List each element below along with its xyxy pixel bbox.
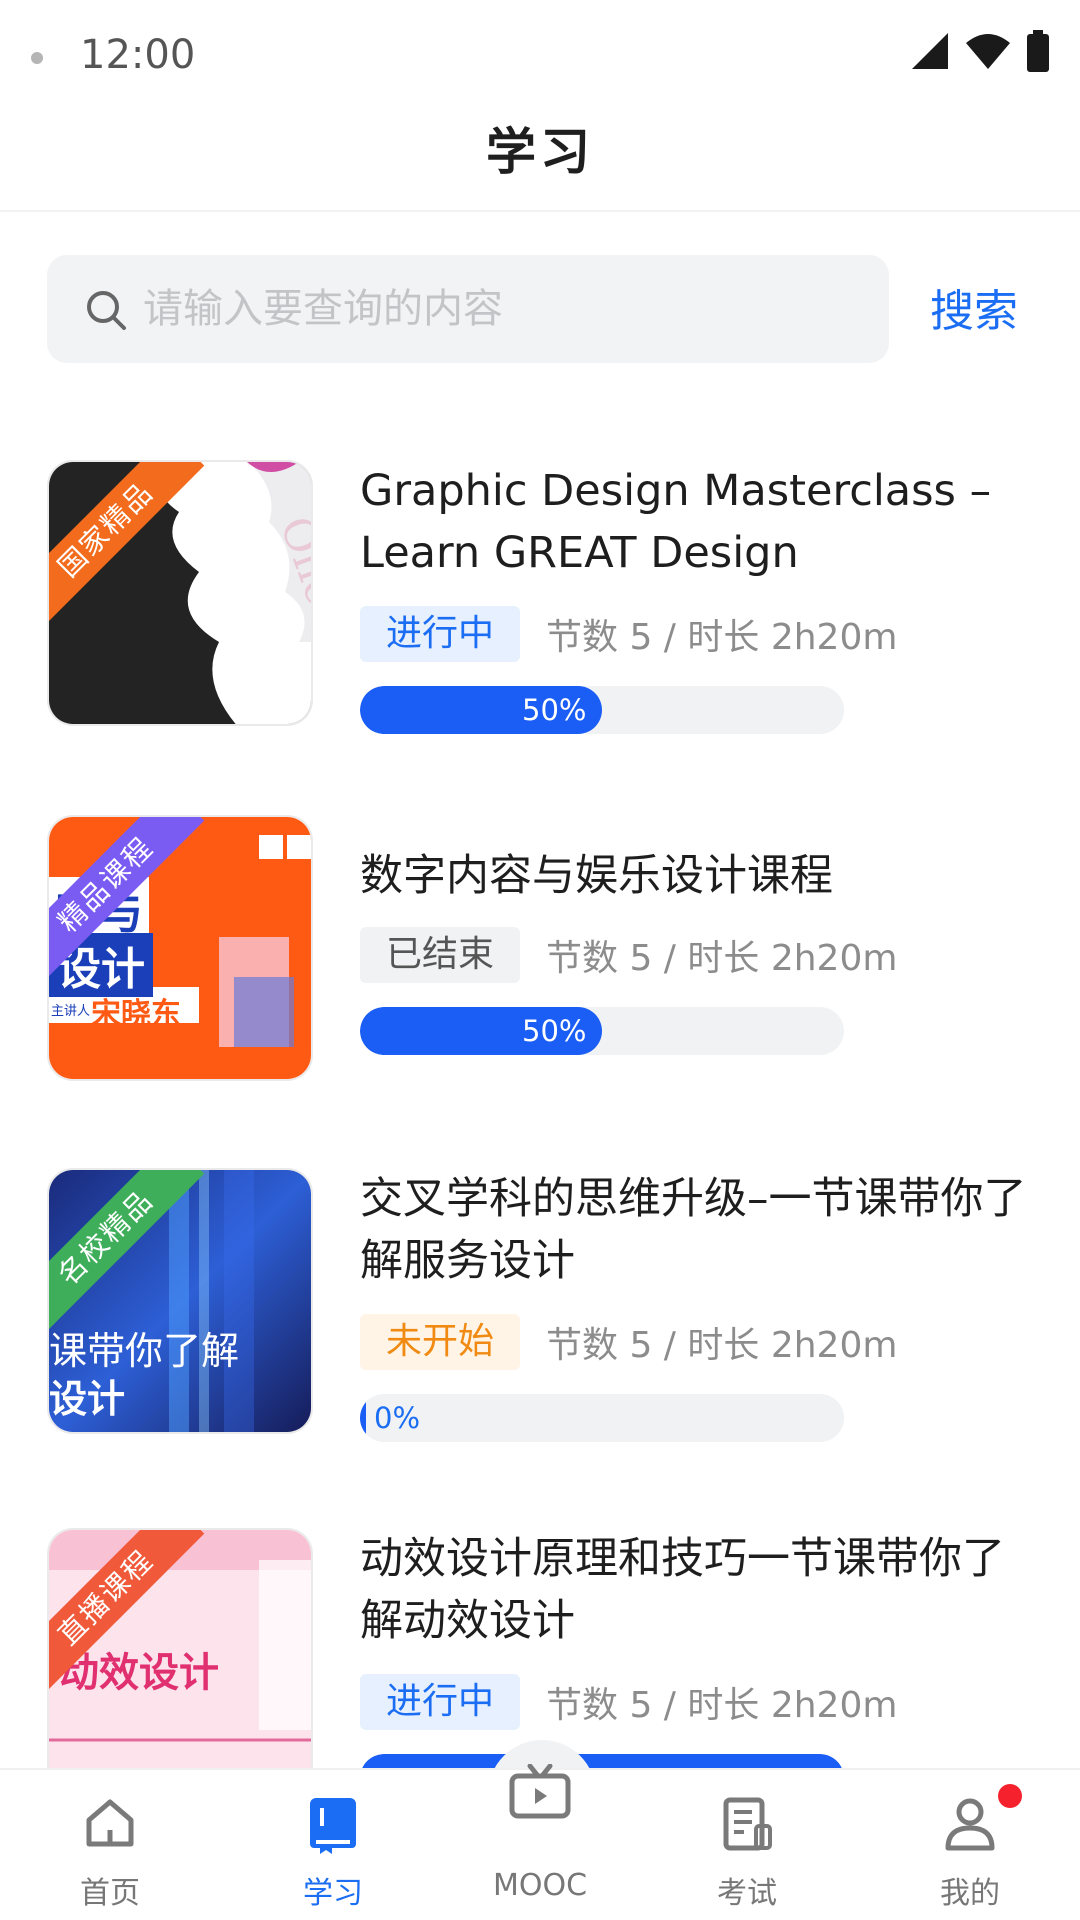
progress-bar: 50% <box>360 1007 844 1055</box>
thumb-presenter-prefix: 主讲人 <box>51 1004 91 1019</box>
course-title[interactable]: 交叉学科的思维升级–一节课带你了解服务设计 <box>360 1168 1040 1292</box>
nav-label: MOOC <box>492 1868 588 1903</box>
home-icon <box>86 1799 134 1847</box>
nav-item-profile[interactable]: 我的 <box>895 1770 1045 1920</box>
nav-label: 考试 <box>717 1876 777 1911</box>
course-meta: 进行中 节数 5 / 时长 2h20m <box>360 1674 897 1730</box>
nav-item-study[interactable]: 学习 <box>258 1770 408 1920</box>
course-title[interactable]: 动效设计原理和技巧一节课带你了解动效设计 <box>360 1528 1040 1652</box>
progress-bar: 50% <box>360 686 844 734</box>
page-title: 学习 <box>486 123 594 181</box>
nav-item-home[interactable]: 首页 <box>35 1770 185 1920</box>
thumb-text-line1: 课带你了解 <box>49 1329 240 1373</box>
exam-sheet-icon <box>723 1797 772 1851</box>
status-time: 12:00 <box>80 32 196 78</box>
course-title[interactable]: Graphic Design Masterclass – Learn GREAT… <box>360 460 1040 584</box>
progress-bar: 0% <box>360 1394 844 1442</box>
status-badge: 进行中 <box>360 1674 521 1730</box>
nav-item-mooc[interactable]: MOOC <box>465 1764 615 1920</box>
study-book-icon <box>310 1798 356 1854</box>
nav-label: 我的 <box>940 1876 1000 1911</box>
cellular-signal-icon <box>912 33 948 69</box>
course-meta: 进行中 节数 5 / 时长 2h20m <box>360 606 897 662</box>
nav-label: 学习 <box>303 1876 363 1911</box>
course-thumbnail: One Day 国家精品 <box>47 460 313 726</box>
course-meta-text: 节数 5 / 时长 2h20m <box>546 938 898 979</box>
course-meta-text: 节数 5 / 时长 2h20m <box>546 1685 898 1726</box>
status-badge: 已结束 <box>360 927 521 983</box>
course-title[interactable]: 数字内容与娱乐设计课程 <box>360 845 1040 907</box>
thumb-presenter: 宋晓东 <box>91 997 181 1032</box>
course-thumbnail: 容与 设计 主讲人 宋晓东 精品课程 <box>47 815 313 1081</box>
status-bar: 12:00 <box>0 0 1080 110</box>
search-input[interactable] <box>143 255 863 363</box>
course-item[interactable]: 课带你了解 设计 名校精品 交叉学科的思维升级–一节课带你了解服务设计 未开始 … <box>0 1168 1080 1468</box>
search-icon <box>87 291 126 330</box>
tv-play-icon <box>509 1764 571 1819</box>
status-icons <box>910 30 1050 72</box>
course-thumbnail: 动效设计 直播课程 <box>47 1528 313 1794</box>
course-meta-text: 节数 5 / 时长 2h20m <box>546 617 898 658</box>
nav-label: 首页 <box>80 1876 140 1911</box>
search-button[interactable]: 搜索 <box>930 275 1018 339</box>
course-meta-text: 节数 5 / 时长 2h20m <box>546 1325 898 1366</box>
progress-label: 50% <box>522 1014 587 1048</box>
nav-item-exam[interactable]: 考试 <box>672 1770 822 1920</box>
battery-icon <box>1027 30 1049 72</box>
course-item[interactable]: 容与 设计 主讲人 宋晓东 精品课程 数字内容与娱乐设计课程 已结束 节数 5 … <box>0 815 1080 1115</box>
notification-badge <box>998 1784 1022 1808</box>
progress-fill <box>360 1394 366 1442</box>
notification-dot-icon <box>31 52 43 64</box>
bottom-nav: 首页 学习 MOOC 考试 我的 <box>0 1764 1080 1920</box>
course-meta: 未开始 节数 5 / 时长 2h20m <box>360 1314 897 1370</box>
user-icon <box>945 1798 995 1851</box>
wifi-icon <box>966 34 1010 69</box>
thumb-text-line2: 设计 <box>49 1377 126 1421</box>
status-badge: 未开始 <box>360 1314 521 1370</box>
search-box[interactable] <box>47 255 889 363</box>
progress-label: 50% <box>522 693 587 727</box>
course-meta: 已结束 节数 5 / 时长 2h20m <box>360 927 897 983</box>
title-divider <box>0 210 1080 212</box>
course-thumbnail: 课带你了解 设计 名校精品 <box>47 1168 313 1434</box>
status-badge: 进行中 <box>360 606 521 662</box>
progress-label: 0% <box>374 1401 421 1435</box>
course-item[interactable]: One Day 国家精品 Graphic Design Masterclass … <box>0 460 1080 760</box>
